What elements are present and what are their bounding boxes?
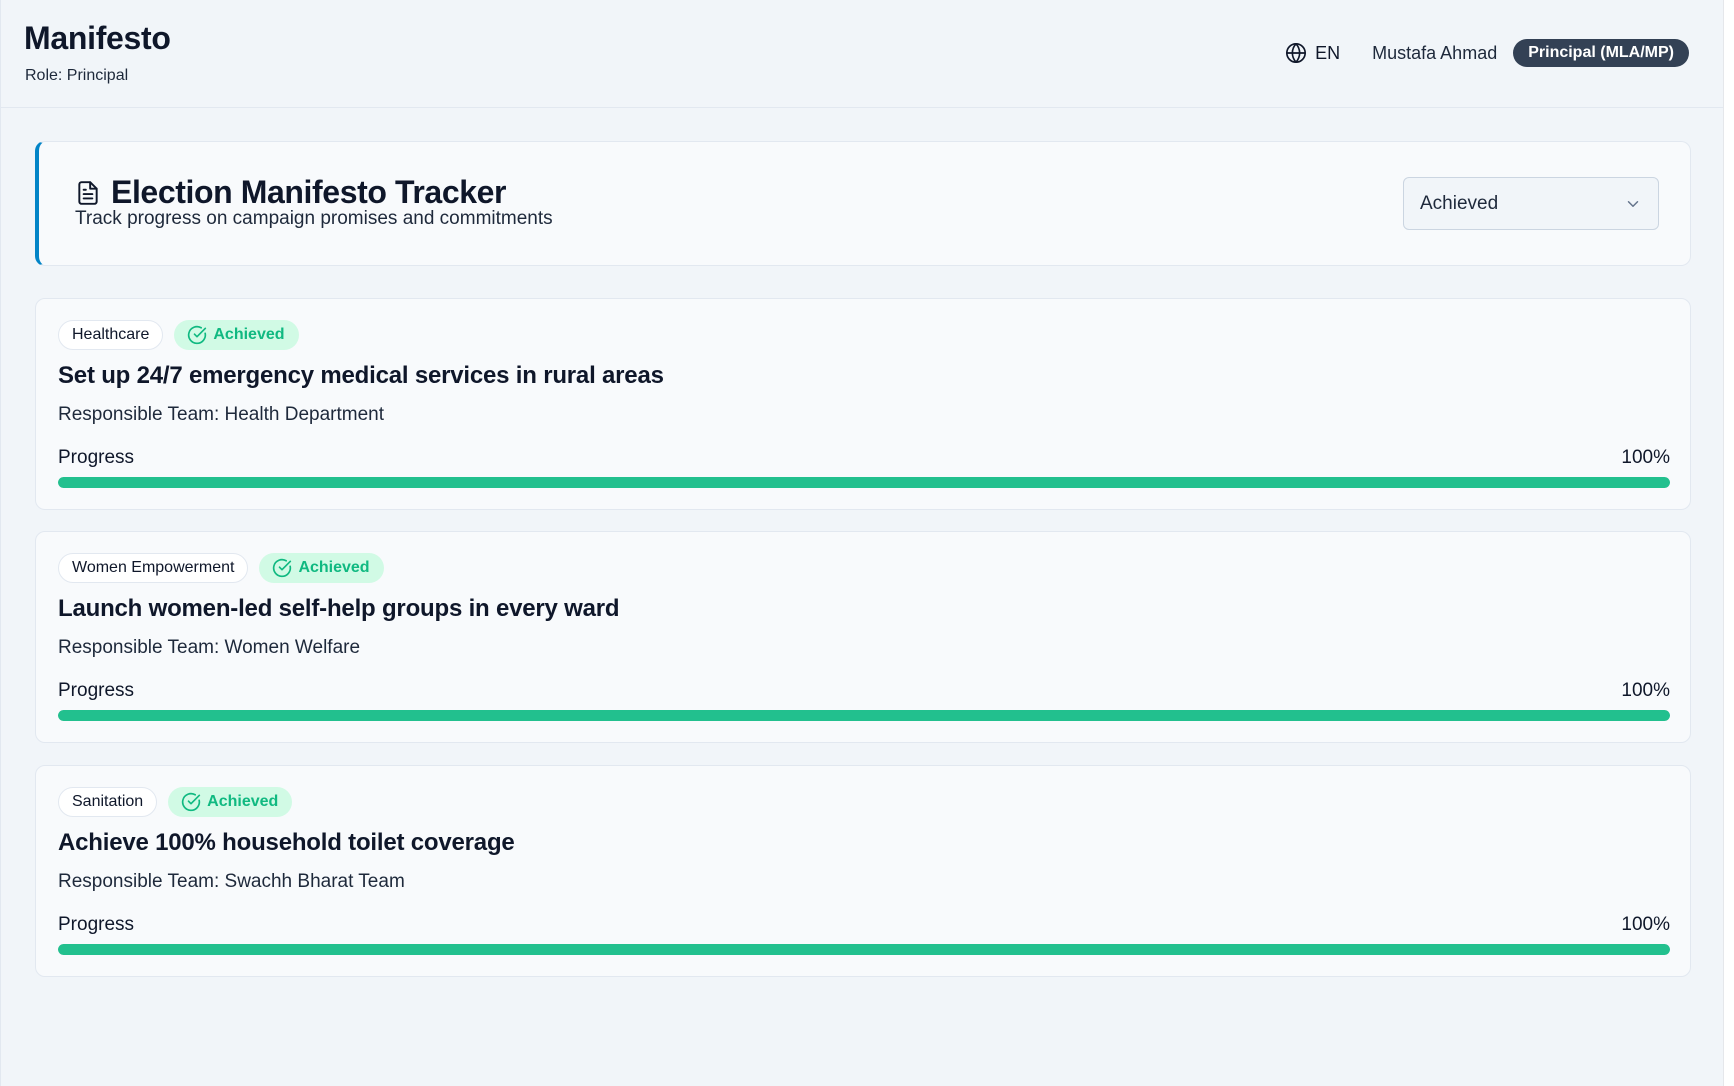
check-circle-icon — [272, 558, 292, 578]
progress-value: 100% — [1621, 914, 1670, 935]
status-label: Achieved — [207, 793, 279, 810]
chevron-down-icon — [1624, 195, 1642, 213]
status-badge: Achieved — [174, 320, 299, 350]
status-label: Achieved — [298, 559, 370, 576]
progress-label: Progress — [58, 914, 135, 935]
promise-tags: Healthcare Achieved — [58, 320, 299, 350]
promise-tags: Sanitation Achieved — [58, 787, 293, 817]
role-label: Role: Principal — [25, 67, 129, 84]
promise-card[interactable]: Healthcare Achieved Set up 24/7 emergenc… — [35, 298, 1691, 510]
progress-bar-fill — [58, 477, 1670, 488]
progress-bar — [58, 477, 1670, 488]
language-label: EN — [1315, 42, 1341, 63]
progress-label: Progress — [58, 447, 135, 468]
page-title: Manifesto — [24, 20, 171, 56]
promise-tags: Women Empowerment Achieved — [58, 553, 384, 583]
progress-value: 100% — [1621, 447, 1670, 468]
scrollbar[interactable] — [1723, 0, 1734, 1086]
progress-bar — [58, 710, 1670, 721]
promise-title: Launch women-led self-help groups in eve… — [58, 595, 620, 622]
responsible-team: Responsible Team: Swachh Bharat Team — [58, 871, 405, 892]
status-filter-value: Achieved — [1420, 192, 1499, 214]
document-icon — [75, 179, 101, 207]
status-badge: Achieved — [259, 553, 384, 583]
promise-card[interactable]: Women Empowerment Achieved Launch women-… — [35, 531, 1691, 743]
page-header: Manifesto Role: Principal EN Mustafa Ahm… — [1, 0, 1723, 108]
status-label: Achieved — [213, 326, 285, 343]
status-filter-select[interactable]: Achieved — [1403, 177, 1659, 230]
tracker-title: Election Manifesto Tracker — [111, 174, 507, 210]
progress-bar-fill — [58, 710, 1670, 721]
category-tag: Women Empowerment — [58, 553, 249, 583]
user-name: Mustafa Ahmad — [1372, 42, 1498, 63]
status-badge: Achieved — [168, 787, 293, 817]
progress-value: 100% — [1621, 680, 1670, 701]
header-user-area: EN Mustafa Ahmad Principal (MLA/MP) — [1285, 38, 1689, 68]
responsible-team: Responsible Team: Women Welfare — [58, 637, 361, 658]
progress-bar — [58, 944, 1670, 955]
category-tag: Healthcare — [58, 320, 164, 350]
app-window: Manifesto Role: Principal EN Mustafa Ahm… — [0, 0, 1723, 1086]
check-circle-icon — [187, 325, 207, 345]
progress-label: Progress — [58, 680, 135, 701]
promise-title: Set up 24/7 emergency medical services i… — [58, 362, 664, 389]
globe-icon — [1285, 42, 1307, 64]
promise-card[interactable]: Sanitation Achieved Achieve 100% househo… — [35, 765, 1691, 977]
progress-bar-fill — [58, 944, 1670, 955]
category-tag: Sanitation — [58, 787, 158, 817]
tracker-subtitle: Track progress on campaign promises and … — [75, 208, 553, 229]
tracker-title-row: Election Manifesto Tracker — [75, 174, 506, 211]
promise-title: Achieve 100% household toilet coverage — [58, 829, 515, 856]
language-switcher[interactable]: EN — [1285, 42, 1340, 64]
check-circle-icon — [181, 792, 201, 812]
responsible-team: Responsible Team: Health Department — [58, 404, 384, 425]
tracker-header-card: Election Manifesto Tracker Track progres… — [35, 141, 1691, 266]
user-role-badge: Principal (MLA/MP) — [1513, 39, 1689, 67]
